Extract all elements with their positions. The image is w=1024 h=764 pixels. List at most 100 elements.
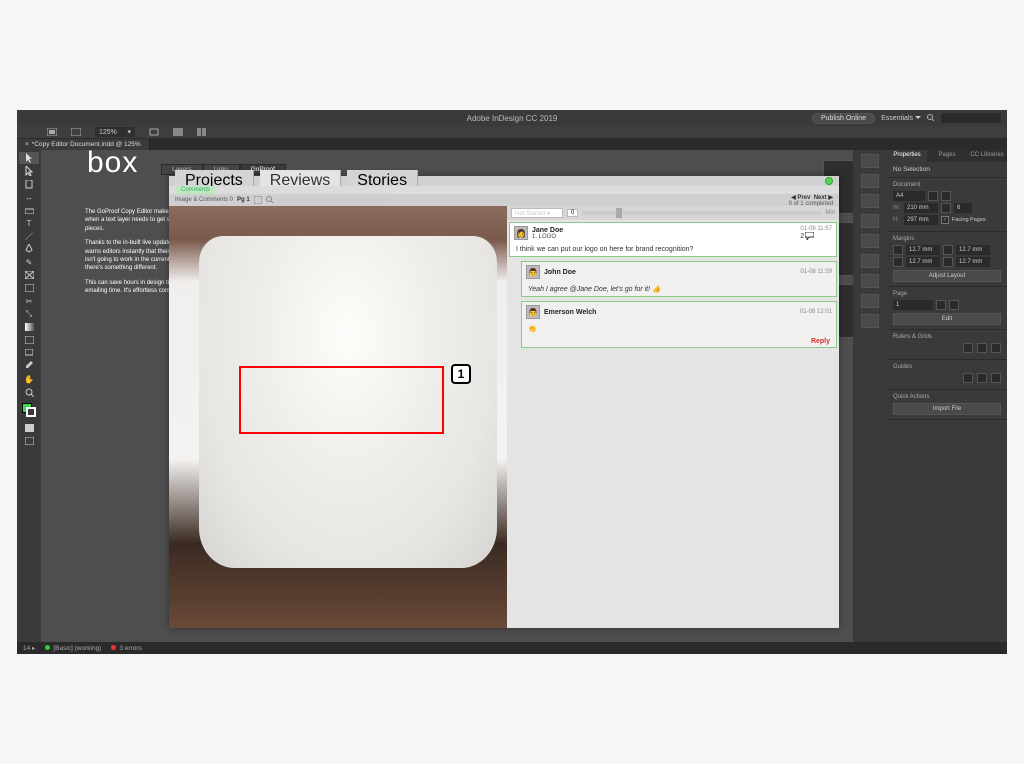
eyedropper-tool[interactable] [19, 360, 39, 372]
dock-panel-icon[interactable] [861, 154, 879, 168]
page-number-field[interactable]: 1 [893, 300, 933, 310]
titlebar: Adobe InDesign CC 2019 Publish Online Es… [17, 110, 1007, 126]
pen-tool[interactable] [19, 243, 39, 255]
width-field[interactable]: 210 mm [904, 203, 938, 213]
stock-icon[interactable] [71, 127, 81, 137]
facing-pages-checkbox[interactable]: ✓ [941, 216, 949, 224]
document-canvas[interactable]: box The GoProof Copy Editor makes it kno… [41, 150, 853, 642]
annotation-marker-1[interactable]: 1 [451, 364, 471, 384]
preflight-errors[interactable]: 3 errors [111, 645, 141, 652]
close-tab-icon[interactable]: × [25, 141, 29, 148]
comment-reply-item[interactable]: 👨 John Doe 01-08 11:59 Yeah I agree @Jan… [521, 261, 837, 297]
bridge-icon[interactable] [47, 127, 57, 137]
hand-tool[interactable]: ✋ [19, 373, 39, 385]
page-grid-icon[interactable] [949, 300, 959, 310]
margin-left-field[interactable]: 12.7 mm [956, 245, 990, 255]
rectangle-tool[interactable] [19, 282, 39, 294]
thumbnail-size-icon[interactable] [254, 196, 262, 204]
gradient-feather-tool[interactable] [19, 334, 39, 346]
selection-tool[interactable] [19, 152, 39, 164]
note-tool[interactable] [19, 347, 39, 359]
section-header-guides: Guides [893, 364, 1001, 370]
margin-bottom-field[interactable]: 12.7 mm [906, 257, 940, 267]
page-number: Pg 1 [237, 197, 250, 203]
filter-slider[interactable] [582, 211, 821, 215]
reply-count: 2 [800, 232, 832, 240]
chevron-down-icon [915, 116, 921, 120]
view-options-icon[interactable] [149, 127, 159, 137]
height-label: H: [893, 217, 901, 223]
zoom-tool[interactable] [19, 386, 39, 398]
orientation-landscape-icon[interactable] [941, 191, 951, 201]
grid-icon[interactable] [977, 343, 987, 353]
stroke-color-icon[interactable] [26, 407, 36, 417]
next-button[interactable]: Next ▶ [814, 195, 833, 201]
import-file-button[interactable]: Import File [893, 403, 1001, 415]
arrange-icon[interactable] [197, 127, 207, 137]
page-tool[interactable] [19, 178, 39, 190]
annotation-highlight[interactable] [239, 366, 444, 434]
comment-reply-item[interactable]: 👨 Emerson Welch 01-08 12:01 👏 Reply [521, 301, 837, 348]
direct-selection-tool[interactable] [19, 165, 39, 177]
comments-filter-bar: Not Started ▾ 0 Min [507, 206, 839, 220]
smart-guides-icon[interactable] [977, 373, 987, 383]
dock-panel-icon[interactable] [861, 234, 879, 248]
gradient-swatch-tool[interactable] [19, 321, 39, 333]
type-tool[interactable]: T [19, 217, 39, 229]
proof-image-viewer[interactable]: 1 [169, 206, 507, 628]
dock-panel-icon[interactable] [861, 194, 879, 208]
comments-pill[interactable]: Comments [175, 186, 216, 194]
snap-icon[interactable] [991, 373, 1001, 383]
status-dot-icon [825, 177, 833, 185]
zoom-slider[interactable] [278, 198, 388, 203]
height-field[interactable]: 297 mm [904, 215, 938, 225]
orientation-portrait-icon[interactable] [928, 191, 938, 201]
search-icon[interactable] [927, 114, 935, 122]
dock-panel-icon[interactable] [861, 214, 879, 228]
page-nav-status[interactable]: 14 ▸ [23, 644, 35, 652]
tab-pages[interactable]: Pages [927, 150, 967, 162]
rectangle-frame-tool[interactable] [19, 269, 39, 281]
rulers-icon[interactable] [963, 343, 973, 353]
fill-stroke-swatch[interactable] [22, 403, 36, 417]
formatting-container-icon[interactable] [19, 422, 39, 434]
dock-panel-icon[interactable] [861, 274, 879, 288]
gap-tool[interactable]: ↔ [19, 191, 39, 203]
scissors-tool[interactable]: ✂ [19, 295, 39, 307]
dock-panel-icon[interactable] [861, 254, 879, 268]
page-size-dropdown[interactable]: A4 [893, 191, 925, 201]
zoom-icon[interactable] [266, 196, 274, 204]
comments-panel: Not Started ▾ 0 Min 👩 Jane Doe 1 [507, 206, 839, 628]
prev-button[interactable]: ◀ Prev [791, 195, 810, 201]
comment-item[interactable]: 👩 Jane Doe 1. LOGO 01-08 11:57 2 [509, 222, 837, 257]
tab-cc-libraries[interactable]: CC Libraries [967, 150, 1007, 162]
section-header-margins: Margins [893, 236, 1001, 242]
pencil-tool[interactable]: ✎ [19, 256, 39, 268]
dock-panel-icon[interactable] [861, 174, 879, 188]
publish-online-button[interactable]: Publish Online [812, 113, 875, 124]
dock-panel-icon[interactable] [861, 314, 879, 328]
line-tool[interactable]: ／ [19, 230, 39, 242]
pages-icon [941, 203, 951, 213]
view-mode-icon[interactable] [19, 435, 39, 447]
dock-panel-icon[interactable] [861, 294, 879, 308]
free-transform-tool[interactable]: ⤡ [19, 308, 39, 320]
edit-page-button[interactable]: Edit [893, 313, 1001, 325]
workspace-switcher[interactable]: Essentials [881, 115, 921, 122]
margin-top-field[interactable]: 12.7 mm [906, 245, 940, 255]
zoom-level-dropdown[interactable]: 125%▾ [95, 127, 135, 137]
pages-field[interactable]: 6 [954, 203, 972, 213]
margin-right-field[interactable]: 12.7 mm [956, 257, 990, 267]
search-input[interactable] [941, 113, 1001, 123]
preflight-status[interactable]: [Basic] (working) [45, 645, 101, 652]
screen-mode-icon[interactable] [173, 127, 183, 137]
baseline-grid-icon[interactable] [991, 343, 1001, 353]
status-filter-dropdown[interactable]: Not Started ▾ [511, 208, 563, 218]
tab-properties[interactable]: Properties [887, 150, 927, 162]
content-collector-tool[interactable] [19, 204, 39, 216]
guides-icon[interactable] [963, 373, 973, 383]
page-nav-icon[interactable] [936, 300, 946, 310]
reply-button[interactable]: Reply [522, 336, 836, 347]
document-tab[interactable]: × *Copy Editor Document.indd @ 125% [17, 139, 150, 150]
adjust-layout-button[interactable]: Adjust Layout [893, 270, 1001, 282]
